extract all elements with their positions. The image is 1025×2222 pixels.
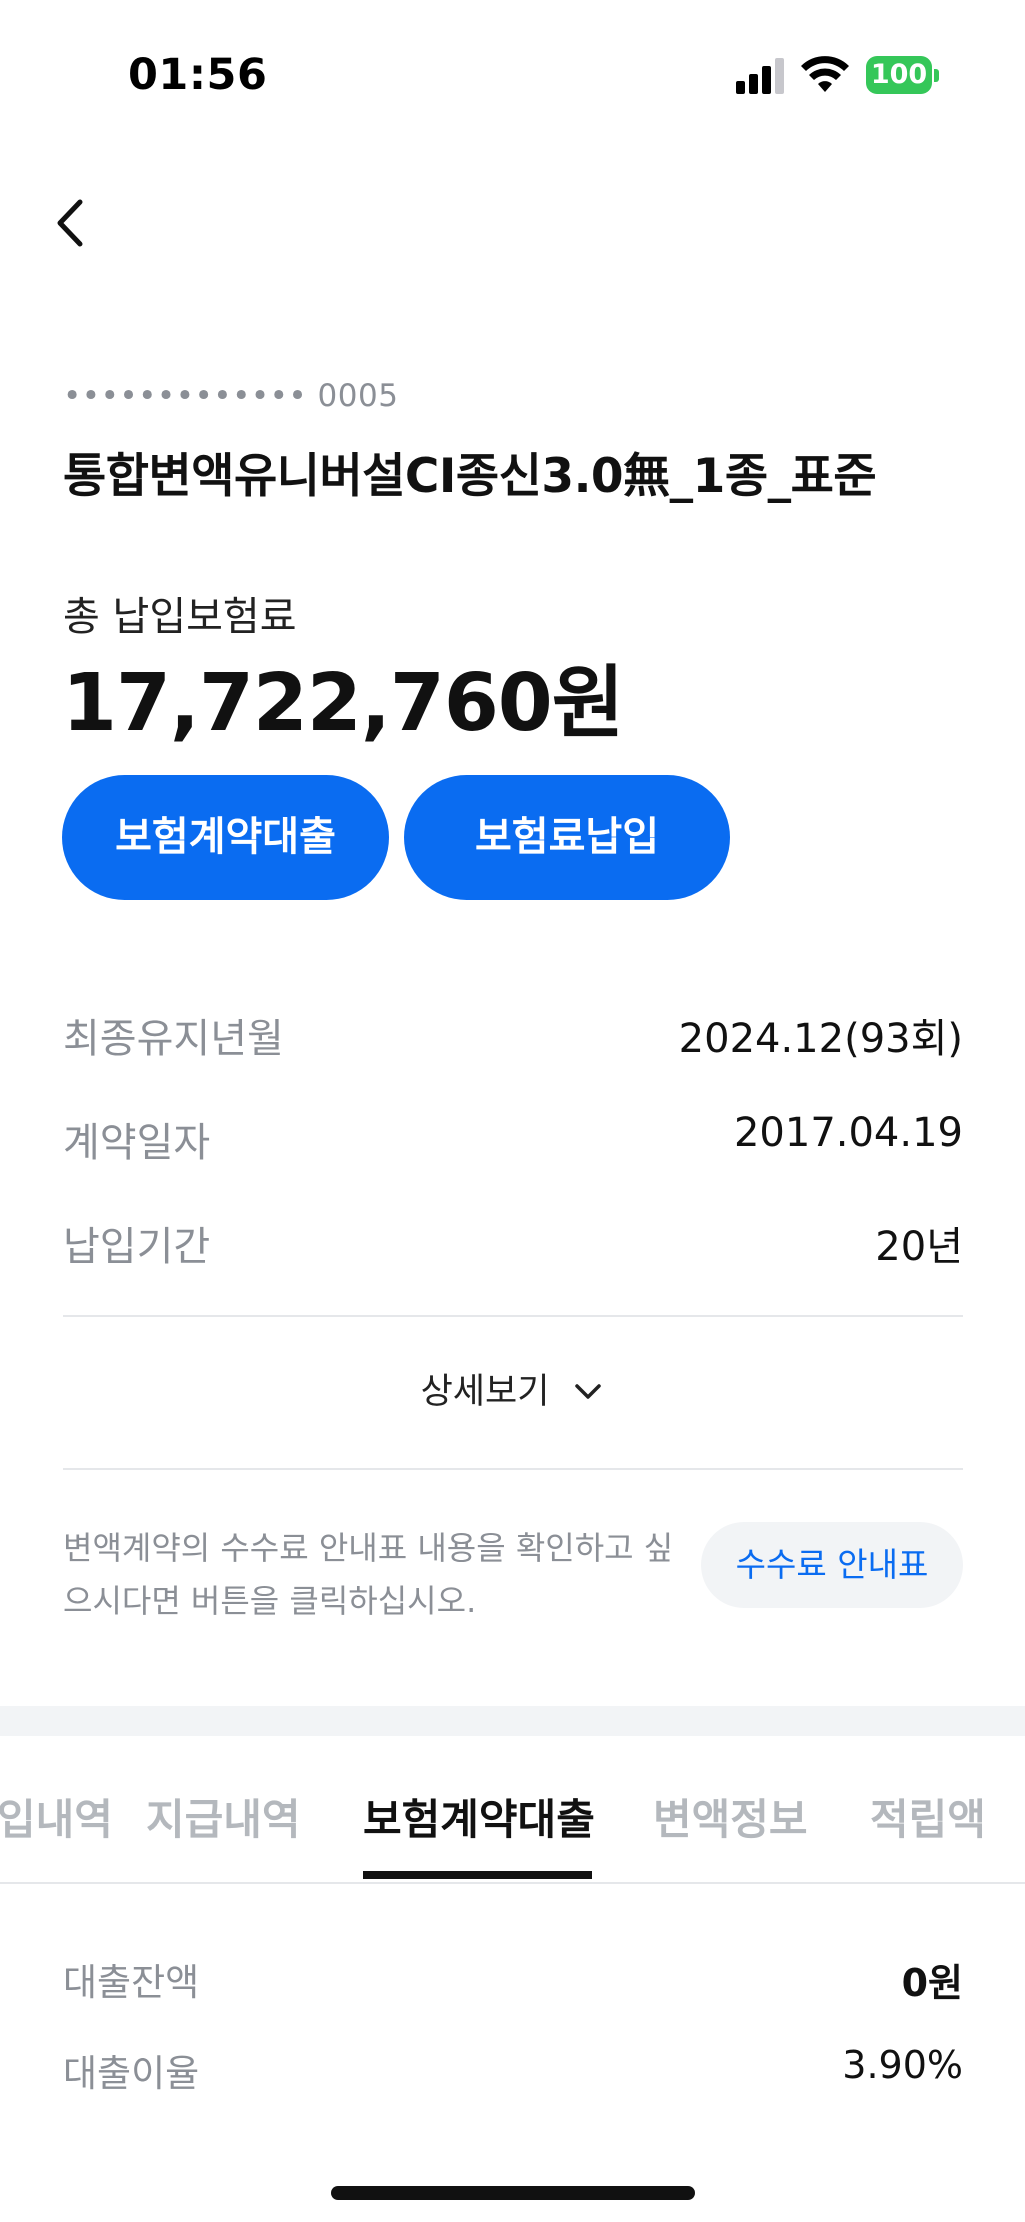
loan-row-balance: 대출잔액 0원 (63, 1952, 963, 2012)
info-row-contract-date: 계약일자 2017.04.19 (63, 1110, 963, 1170)
info-label: 계약일자 (63, 1120, 211, 1166)
tab-benefit-history[interactable]: 지급내역 (146, 1786, 301, 1847)
fee-table-button[interactable]: 수수료 안내표 (701, 1522, 963, 1608)
info-label: 최종유지년월 (63, 1016, 284, 1062)
view-details-label: 상세보기 (420, 1372, 550, 1412)
info-label: 납입기간 (63, 1224, 211, 1270)
info-value: 2024.12(93회) (678, 1016, 963, 1062)
loan-row-interest-rate: 대출이율 3.90% (63, 2043, 963, 2103)
product-name: 통합변액유니버설CI종신3.0無_1종_표준 (63, 449, 877, 504)
tab-accumulated-amount[interactable]: 적립액 (870, 1786, 986, 1847)
tab-variable-info[interactable]: 변액정보 (653, 1786, 808, 1847)
total-premium-amount: 17,722,760원 (62, 657, 624, 749)
tab-policy-loan[interactable]: 보험계약대출 (363, 1786, 595, 1847)
info-value: 20년 (875, 1224, 963, 1270)
chevron-left-icon (57, 199, 83, 247)
cellular-signal-icon (736, 58, 786, 94)
battery-level: 100 (866, 56, 932, 94)
section-separator (0, 1706, 1025, 1736)
wifi-icon (801, 56, 849, 92)
info-row-last-maintained: 최종유지년월 2024.12(93회) (63, 1006, 963, 1066)
active-tab-indicator (363, 1871, 592, 1879)
insurance-contract-detail-screen: 01:56 100 ••••••••••••• 0005 통합변액유니버설CI종… (0, 0, 1025, 2222)
loan-label: 대출이율 (63, 2052, 200, 2095)
status-time: 01:56 (128, 50, 268, 100)
fee-notice-text: 변액계약의 수수료 안내표 내용을 확인하고 싶으시다면 버튼을 클릭하십시오. (63, 1529, 674, 1620)
loan-label: 대출잔액 (63, 1961, 200, 2004)
loan-value: 0원 (901, 1961, 963, 2005)
info-row-payment-period: 납입기간 20년 (63, 1214, 963, 1274)
premium-payment-button[interactable]: 보험료납입 (404, 775, 730, 900)
policy-loan-button[interactable]: 보험계약대출 (62, 775, 389, 900)
battery-icon: 100 (866, 56, 940, 94)
view-details-button[interactable]: 상세보기 (63, 1317, 963, 1467)
home-indicator[interactable] (331, 2186, 695, 2200)
back-button[interactable] (44, 186, 104, 256)
loan-value: 3.90% (842, 2043, 963, 2087)
status-bar: 01:56 100 (0, 0, 1025, 150)
tab-bar: 입내역 지급내역 보험계약대출 변액정보 적립액 (0, 1736, 1025, 1884)
masked-account-number: ••••••••••••• 0005 (63, 378, 399, 414)
total-premium-label: 총 납입보험료 (63, 594, 297, 640)
chevron-down-icon (575, 1384, 602, 1399)
divider (63, 1468, 963, 1470)
tab-payment-history[interactable]: 입내역 (0, 1786, 113, 1847)
info-value: 2017.04.19 (733, 1110, 963, 1156)
